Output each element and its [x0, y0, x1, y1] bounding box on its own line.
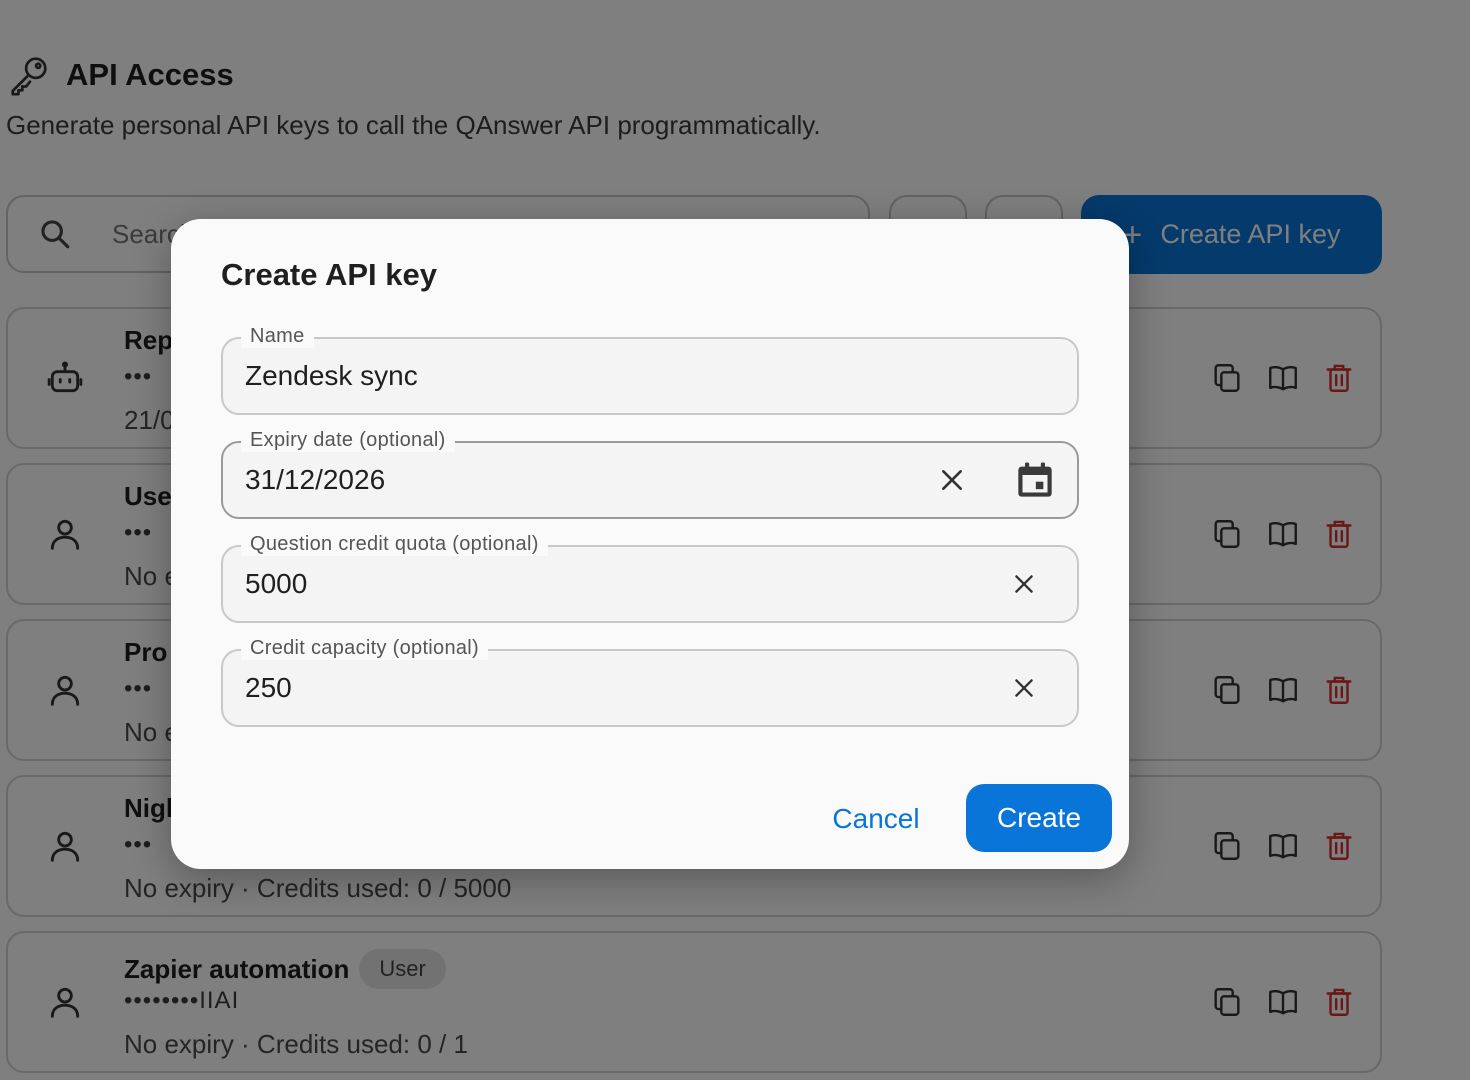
close-icon: [1015, 575, 1033, 593]
credit-capacity-field[interactable]: Credit capacity (optional): [221, 636, 1079, 727]
capacity-input[interactable]: [245, 651, 925, 725]
clear-expiry-button[interactable]: [935, 463, 969, 497]
quota-input[interactable]: [245, 547, 925, 621]
open-calendar-button[interactable]: [1015, 459, 1055, 501]
close-icon: [942, 470, 962, 490]
expiry-date-input[interactable]: [245, 443, 925, 517]
cancel-button[interactable]: Cancel: [811, 785, 941, 853]
expiry-date-field[interactable]: Expiry date (optional): [221, 428, 1079, 519]
calendar-icon: [1018, 462, 1052, 497]
name-input[interactable]: [245, 339, 925, 413]
clear-capacity-button[interactable]: [1007, 671, 1041, 705]
dialog-title: Create API key: [221, 257, 437, 292]
question-credit-quota-field[interactable]: Question credit quota (optional): [221, 532, 1079, 623]
create-api-key-dialog: Create API key Name Expiry date (optiona…: [171, 219, 1129, 869]
close-icon: [1015, 679, 1033, 697]
create-button[interactable]: Create: [966, 784, 1112, 852]
clear-quota-button[interactable]: [1007, 567, 1041, 601]
name-field[interactable]: Name: [221, 324, 1079, 415]
